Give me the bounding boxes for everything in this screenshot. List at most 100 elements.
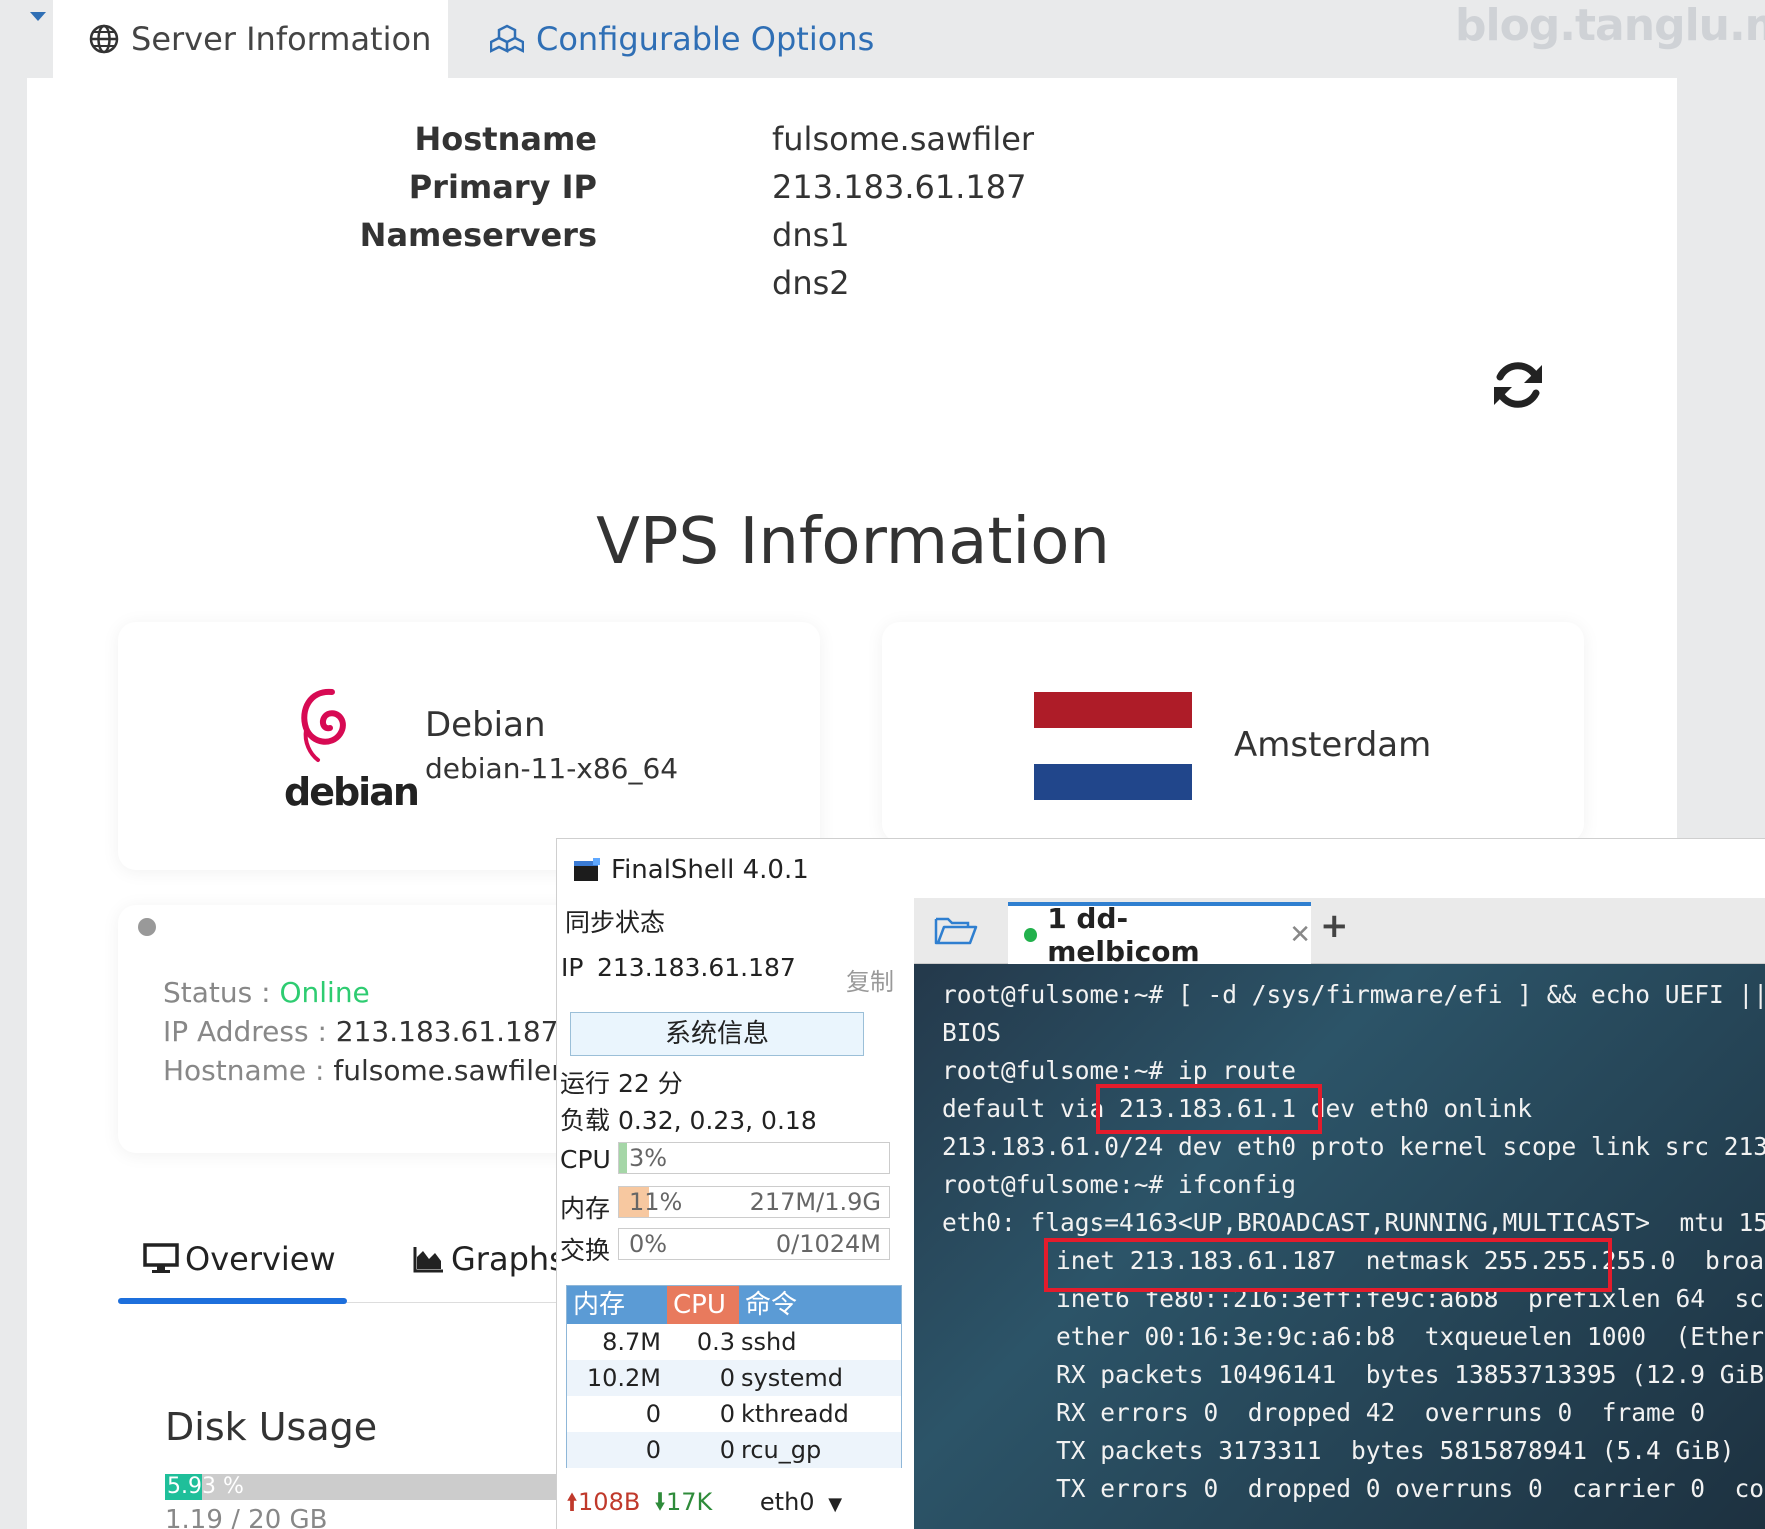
terminal-line: eth0: flags=4163<UP,BROADCAST,RUNNING,MU… — [942, 1208, 1765, 1237]
finalshell-titlebar: FinalShell 4.0.1 — [557, 839, 1765, 901]
net-download: 17K — [665, 1488, 713, 1516]
disk-usage-percent: 5.93 % — [167, 1474, 244, 1499]
hostname-label: Hostname — [414, 120, 597, 158]
monitor-icon — [143, 1243, 179, 1273]
status-value: Online — [279, 976, 370, 1009]
status-label: Status : — [163, 976, 280, 1009]
terminal-line: TX packets 3173311 bytes 5815878941 (5.4… — [1056, 1436, 1735, 1465]
upload-arrow-icon: 🠙 — [566, 1488, 579, 1516]
net-interface[interactable]: eth0 — [760, 1488, 815, 1516]
debian-logo-text: debian — [284, 770, 420, 814]
memory-usage-bar: 11% 217M/1.9G — [618, 1186, 890, 1218]
sync-status-indicator — [138, 918, 156, 936]
memory-percent: 11% — [629, 1188, 683, 1216]
process-memory: 0 — [645, 1436, 661, 1464]
terminal[interactable]: root@fulsome:~# [ -d /sys/firmware/efi ]… — [914, 964, 1765, 1529]
status-hostname-label: Hostname : — [163, 1054, 334, 1087]
terminal-line: RX packets 10496141 bytes 13853713395 (1… — [1056, 1360, 1765, 1389]
tab-graphs-label: Graphs — [451, 1240, 566, 1278]
tab-overview[interactable]: Overview — [143, 1240, 336, 1278]
session-tab-label: 1 dd-melbicom — [1047, 902, 1200, 968]
process-memory: 0 — [645, 1400, 661, 1428]
process-command: systemd — [741, 1364, 843, 1392]
nameserver-1: dns1 — [772, 216, 850, 254]
load-average: 负载 0.32, 0.23, 0.18 — [560, 1106, 817, 1135]
cubes-icon — [490, 24, 524, 54]
proc-col-command[interactable]: 命令 — [739, 1286, 899, 1324]
tab-overview-label: Overview — [185, 1240, 336, 1278]
globe-icon — [89, 24, 119, 54]
cpu-percent: 3% — [629, 1144, 668, 1172]
close-tab-icon[interactable]: ✕ — [1289, 920, 1311, 950]
ip-address-value: 213.183.61.187 — [335, 1015, 559, 1048]
os-version: debian-11-x86_64 — [425, 752, 679, 785]
open-folder-icon[interactable] — [934, 913, 978, 947]
vps-information-title: VPS Information — [596, 505, 1110, 579]
area-chart-icon — [413, 1247, 443, 1273]
process-cpu: 0 — [719, 1400, 735, 1428]
tab-server-information[interactable]: Server Information — [53, 0, 448, 78]
proc-col-cpu[interactable]: CPU — [667, 1286, 739, 1324]
inet-highlight-box — [1044, 1238, 1612, 1292]
tab-graphs[interactable]: Graphs — [413, 1240, 566, 1278]
terminal-line: TX errors 0 dropped 0 overruns 0 carrier… — [1056, 1474, 1765, 1503]
hostname-row: Hostname : fulsome.sawfiler — [163, 1054, 563, 1087]
process-command: kthreadd — [741, 1400, 849, 1428]
process-cpu: 0.3 — [696, 1328, 735, 1356]
download-arrow-icon: 🠛 — [653, 1488, 666, 1516]
tab-overview-active-indicator — [118, 1298, 347, 1304]
tab-configurable-options-label: Configurable Options — [536, 20, 875, 58]
swap-percent: 0% — [629, 1230, 668, 1258]
process-row[interactable]: 8.7M 0.3 sshd — [567, 1324, 901, 1360]
process-command: rcu_gp — [741, 1436, 822, 1464]
process-row[interactable]: 10.2M 0 systemd — [567, 1360, 901, 1396]
process-row[interactable]: 0 0 rcu_gp — [567, 1432, 901, 1468]
watermark: blog.tanglu.me — [1455, 0, 1765, 51]
swap-detail: 0/1024M — [775, 1230, 881, 1258]
fs-ip-label: IP — [561, 953, 584, 982]
process-command: sshd — [741, 1328, 797, 1356]
primary-ip-label: Primary IP — [408, 168, 597, 206]
terminal-line: root@fulsome:~# ip route — [942, 1056, 1297, 1085]
network-stats: 🠙108B 🠛17K eth0 ▼ — [566, 1485, 842, 1526]
disk-usage-size: 1.19 / 20 GB — [165, 1505, 328, 1529]
process-row[interactable]: 0 0 kthreadd — [567, 1396, 901, 1432]
terminal-line: ether 00:16:3e:9c:a6:b8 txqueuelen 1000 … — [1056, 1322, 1765, 1351]
hostname-value: fulsome.sawfiler — [772, 120, 1035, 158]
location-name: Amsterdam — [1234, 725, 1432, 765]
location-card — [882, 622, 1584, 842]
interface-dropdown-icon[interactable]: ▼ — [828, 1494, 842, 1515]
nameservers-label: Nameservers — [359, 216, 597, 254]
memory-detail: 217M/1.9G — [749, 1188, 881, 1216]
primary-ip-value: 213.183.61.187 — [772, 168, 1027, 206]
process-table-header: 内存 CPU 命令 — [567, 1286, 901, 1324]
process-table: 内存 CPU 命令 8.7M 0.3 sshd 10.2M 0 systemd … — [566, 1285, 902, 1468]
process-memory: 8.7M — [602, 1328, 661, 1356]
process-cpu: 0 — [719, 1436, 735, 1464]
process-cpu: 0 — [719, 1364, 735, 1392]
session-connected-indicator — [1024, 928, 1038, 942]
status-hostname-value: fulsome.sawfiler — [333, 1054, 563, 1087]
terminal-line: root@fulsome:~# [ -d /sys/firmware/efi ]… — [942, 980, 1765, 1009]
tab-configurable-options[interactable]: Configurable Options — [490, 0, 874, 78]
terminal-line: BIOS — [942, 1018, 1002, 1047]
copy-ip-button[interactable]: 复制 — [846, 962, 894, 997]
os-card — [118, 622, 820, 870]
tab-server-information-label: Server Information — [131, 20, 432, 58]
disk-usage-title: Disk Usage — [165, 1405, 378, 1449]
os-name: Debian — [425, 705, 546, 745]
proc-col-memory[interactable]: 内存 — [567, 1286, 667, 1324]
debian-swirl-icon — [301, 688, 346, 762]
nameserver-2: dns2 — [772, 264, 850, 302]
ip-address-label: IP Address : — [163, 1015, 336, 1048]
memory-label: 内存 — [560, 1194, 611, 1223]
session-tab[interactable]: 1 dd-melbicom ✕ — [1008, 902, 1311, 968]
system-info-button[interactable]: 系统信息 — [570, 1012, 864, 1056]
refresh-icon[interactable] — [1490, 357, 1546, 413]
swap-label: 交换 — [560, 1236, 611, 1265]
sync-status-label: 同步状态 — [565, 908, 666, 937]
dropdown-caret-icon[interactable] — [30, 12, 46, 21]
status-row: Status : Online — [163, 976, 370, 1009]
uptime: 运行 22 分 — [560, 1069, 683, 1098]
new-tab-plus-icon[interactable]: + — [1320, 906, 1349, 946]
